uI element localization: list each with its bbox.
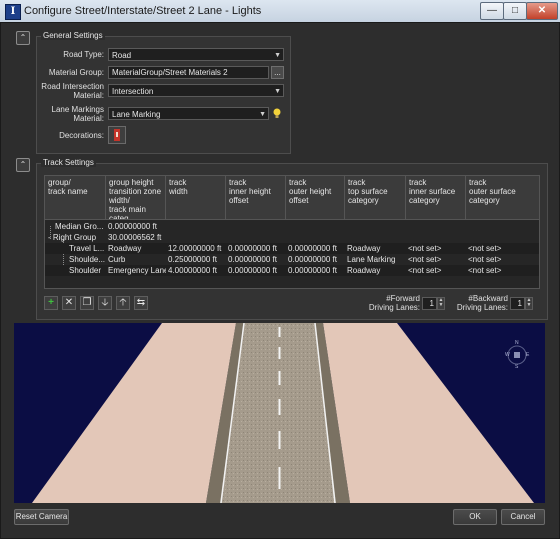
arrow-up-icon: 🡡: [119, 297, 127, 308]
delete-track-button[interactable]: ✕: [62, 296, 76, 310]
compass-east: E: [526, 352, 530, 358]
compass-widget[interactable]: N S W E: [505, 340, 530, 370]
road-type-value: Road: [112, 51, 132, 60]
backward-lanes-label-line1: #Backward: [468, 294, 508, 303]
intersection-label-line1: Road Intersection: [41, 82, 104, 91]
add-track-button[interactable]: +: [44, 296, 58, 310]
title-bar: I Configure Street/Interstate/Street 2 L…: [0, 0, 560, 23]
ok-button[interactable]: OK: [453, 509, 497, 525]
browse-material-button[interactable]: ...: [271, 66, 284, 79]
backward-lanes-label-line2: Driving Lanes:: [456, 303, 508, 312]
chevron-up-icon: ⌃: [19, 160, 27, 169]
decorations-button[interactable]: [108, 126, 126, 144]
lane-markings-select[interactable]: Lane Marking ▼: [108, 107, 269, 120]
backward-lanes-spinner[interactable]: ▲ ▼: [525, 297, 533, 310]
arrow-down-icon: 🡣: [101, 297, 109, 308]
delete-icon: ✕: [64, 297, 74, 308]
copy-track-button[interactable]: ❐: [80, 296, 94, 310]
close-button[interactable]: ✕: [526, 2, 558, 20]
road-preview-viewport[interactable]: N S W E: [14, 323, 545, 503]
table-row[interactable]: Travel L... Roadway 12.00000000 ft 0.000…: [45, 243, 539, 254]
move-down-button[interactable]: 🡣: [98, 296, 112, 310]
road-type-label: Road Type:: [63, 50, 104, 59]
backward-lanes-input[interactable]: 1: [510, 297, 525, 310]
table-row[interactable]: Median Gro... 0.00000000 ft: [45, 221, 539, 232]
plus-icon: +: [48, 297, 54, 308]
chevron-up-icon: ⌃: [19, 33, 27, 42]
chevron-down-icon: ▼: [259, 111, 266, 118]
column-header[interactable]: track top surface category: [345, 176, 406, 220]
track-table: group/track name group height transition …: [44, 175, 540, 289]
column-header[interactable]: track width: [166, 176, 226, 220]
column-header[interactable]: track inner surface category: [406, 176, 466, 220]
maximize-button[interactable]: □: [503, 2, 527, 20]
forward-lanes-input[interactable]: 1: [422, 297, 437, 310]
flip-track-button[interactable]: ⇆: [134, 296, 148, 310]
reset-camera-button[interactable]: Reset Camera: [14, 509, 69, 525]
lane-markings-label-line1: Lane Markings: [51, 105, 104, 114]
cancel-button[interactable]: Cancel: [501, 509, 545, 525]
app-icon: I: [5, 4, 21, 20]
chevron-down-icon: ▼: [274, 52, 281, 59]
column-header[interactable]: group height transition zone width/track m…: [106, 176, 166, 220]
compass-west: W: [505, 352, 510, 358]
lightbulb-icon[interactable]: [272, 108, 282, 119]
column-header[interactable]: group/track name: [45, 176, 106, 220]
material-group-field[interactable]: MaterialGroup/Street Materials 2: [108, 66, 269, 79]
decorations-label: Decorations:: [59, 131, 104, 140]
track-settings-title: Track Settings: [41, 158, 96, 167]
compass-north: N: [515, 340, 519, 346]
column-header[interactable]: track outer height offset: [286, 176, 345, 220]
copy-icon: ❐: [82, 297, 92, 308]
collapse-general-button[interactable]: ⌃: [16, 31, 30, 45]
flip-icon: ⇆: [136, 297, 146, 308]
collapse-track-button[interactable]: ⌃: [16, 158, 30, 172]
decorations-icon: [114, 129, 120, 141]
road-type-select[interactable]: Road ▼: [108, 48, 284, 61]
road-preview-image: [32, 323, 534, 503]
right-sidewalk: [323, 323, 534, 503]
lane-markings-value: Lane Marking: [112, 110, 161, 119]
intersection-material-value: Intersection: [112, 87, 154, 96]
column-header[interactable]: track inner height offset: [226, 176, 286, 220]
intersection-material-select[interactable]: Intersection ▼: [108, 84, 284, 97]
material-group-label: Material Group:: [48, 68, 104, 77]
lane-markings-label-line2: Material:: [73, 114, 104, 123]
forward-lanes-label-line2: Driving Lanes:: [368, 303, 420, 312]
forward-lanes-label-line1: #Forward: [386, 294, 420, 303]
general-settings-title: General Settings: [41, 31, 105, 40]
column-header[interactable]: track outer surface category: [466, 176, 539, 220]
table-row[interactable]: Shoulder Emergency Lane 4.00000000 ft 0.…: [45, 265, 539, 276]
chevron-down-icon: ▼: [274, 88, 281, 95]
minimize-button[interactable]: —: [480, 2, 504, 20]
table-row[interactable]: Shoulde... Curb 0.25000000 ft 0.00000000…: [45, 254, 539, 265]
intersection-label-line2: Material:: [73, 91, 104, 100]
compass-south: S: [515, 364, 519, 370]
left-sidewalk: [32, 323, 236, 503]
table-row[interactable]: - Right Group 30.00006562 ft: [45, 232, 539, 243]
window-title: Configure Street/Interstate/Street 2 Lan…: [24, 5, 262, 17]
move-up-button[interactable]: 🡡: [116, 296, 130, 310]
